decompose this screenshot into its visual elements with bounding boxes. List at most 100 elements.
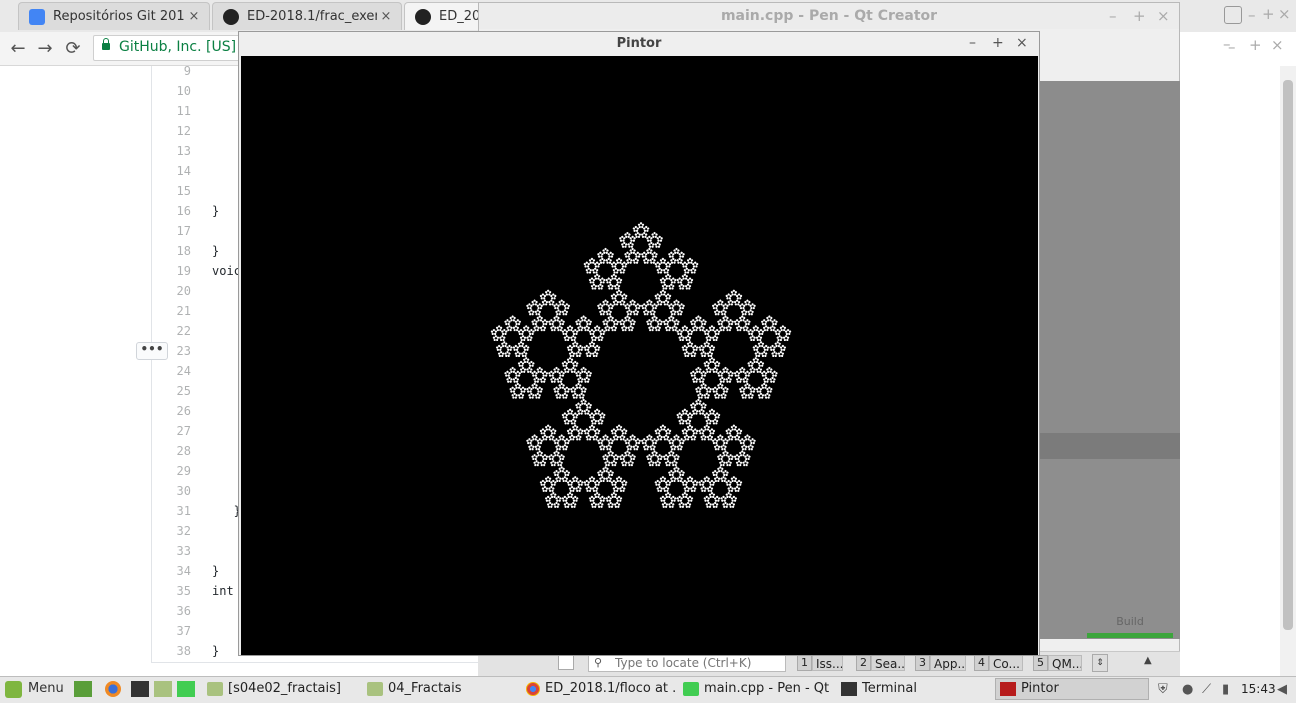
line-number[interactable]: 27	[153, 424, 191, 438]
fractal-pentagon	[550, 294, 553, 297]
fractal-pentagon	[743, 463, 746, 467]
line-number[interactable]: 24	[153, 364, 191, 378]
maximize-icon[interactable]: +	[1262, 5, 1275, 23]
taskbar-item-pintor[interactable]: Pintor	[995, 678, 1149, 700]
browser-tab-ed-2018[interactable]: ED_201	[404, 2, 484, 30]
fractal-pentagon	[749, 336, 752, 339]
fractal-pentagon	[709, 412, 712, 415]
qt-launcher-icon[interactable]	[177, 681, 195, 697]
fractal-pentagon	[655, 233, 658, 236]
close-icon[interactable]: ×	[1278, 5, 1291, 23]
output-pane-search[interactable]: 2 Sea...	[856, 654, 905, 672]
line-number[interactable]: 34	[153, 564, 191, 578]
line-number[interactable]: 18	[153, 244, 191, 258]
taskbar-item-04-fractais[interactable]: 04_Fractais	[363, 678, 518, 700]
close-tab-icon[interactable]: ×	[377, 9, 395, 24]
pane-selector-icon[interactable]: ⇕	[1092, 654, 1108, 672]
close-icon[interactable]: ×	[1157, 7, 1170, 25]
close-icon[interactable]: ×	[1271, 36, 1284, 54]
line-number[interactable]: 33	[153, 544, 191, 558]
minimize-icon[interactable]: –	[1228, 38, 1236, 56]
taskbar-item-chrome[interactable]: ED_2018.1/floco at ...	[522, 678, 676, 700]
fractal-pentagon	[666, 320, 670, 323]
terminal-launcher-icon[interactable]	[131, 681, 149, 697]
maximize-icon[interactable]: +	[1249, 36, 1262, 54]
maximize-icon[interactable]: +	[992, 35, 1004, 51]
line-number[interactable]: 22	[153, 324, 191, 338]
line-number[interactable]: 29	[153, 464, 191, 478]
show-desktop-icon[interactable]	[74, 681, 92, 697]
browser-tab-frac-exemplo[interactable]: ED-2018.1/frac_exempl ×	[212, 2, 402, 30]
locator-input[interactable]	[615, 655, 783, 671]
shield-icon[interactable]: ⛨	[1158, 682, 1168, 697]
line-number[interactable]: 38	[153, 644, 191, 658]
back-icon[interactable]: ←	[7, 38, 29, 60]
line-number[interactable]: 35	[153, 584, 191, 598]
files-launcher-icon[interactable]	[154, 681, 172, 697]
pintor-canvas[interactable]	[241, 56, 1038, 655]
browser-tab-repositorios[interactable]: Repositórios Git 2018 - ×	[18, 2, 210, 30]
line-number[interactable]: 37	[153, 624, 191, 638]
output-pane-compile[interactable]: 4 Co...	[974, 654, 1023, 672]
locator-field[interactable]: ⚲	[588, 654, 786, 672]
profile-icon[interactable]	[1224, 6, 1242, 24]
taskbar-item-qt-creator[interactable]: main.cpp - Pen - Qt ...	[679, 678, 834, 700]
line-number[interactable]: 36	[153, 604, 191, 618]
volume-icon[interactable]: ◀	[1277, 682, 1287, 697]
line-number[interactable]: 17	[153, 224, 191, 238]
output-pane-issues[interactable]: 1 Iss...	[797, 654, 843, 672]
menu-button[interactable]: Menu	[28, 680, 64, 698]
line-number[interactable]: 32	[153, 524, 191, 538]
line-number[interactable]: 16	[153, 204, 191, 218]
fractal-pentagon	[615, 457, 619, 461]
output-pane-application[interactable]: 3 App...	[915, 654, 966, 672]
qt-editor-area[interactable]	[1040, 81, 1180, 459]
line-number[interactable]: 20	[153, 284, 191, 298]
line-number[interactable]: 12	[153, 124, 191, 138]
line-number[interactable]: 10	[153, 84, 191, 98]
reload-icon[interactable]: ⟳	[62, 38, 84, 60]
fractal-pentagon	[682, 252, 685, 256]
line-number[interactable]: 30	[153, 484, 191, 498]
fractal-pentagon	[698, 378, 701, 381]
line-number[interactable]: 21	[153, 304, 191, 318]
fractal-pentagon	[610, 294, 614, 297]
battery-icon[interactable]: ▮	[1222, 682, 1229, 697]
line-number[interactable]: 28	[153, 444, 191, 458]
line-number[interactable]: 31	[153, 504, 191, 518]
maximize-icon[interactable]: +	[1133, 7, 1146, 25]
fractal-pentagon	[608, 447, 612, 451]
scrollbar-thumb[interactable]	[1283, 80, 1293, 630]
line-number[interactable]: 15	[153, 184, 191, 198]
taskbar-item-terminal[interactable]: Terminal	[837, 678, 992, 700]
forward-icon[interactable]: →	[34, 38, 56, 60]
chevron-up-icon[interactable]: ▲	[1144, 655, 1152, 666]
sidebar-toggle-icon[interactable]	[558, 654, 574, 670]
minimize-icon[interactable]: –	[969, 35, 976, 51]
fractal-pentagon	[672, 475, 675, 479]
line-number[interactable]: 26	[153, 404, 191, 418]
output-pane-qml[interactable]: 5 QM...	[1033, 654, 1082, 672]
minimize-icon[interactable]: –	[1109, 7, 1117, 25]
mint-logo-icon[interactable]	[5, 681, 22, 698]
line-number[interactable]: 13	[153, 144, 191, 158]
line-number[interactable]: 9	[153, 64, 191, 78]
fractal-pentagon	[621, 483, 625, 486]
taskbar-item-s04e02[interactable]: [s04e02_fractais]	[203, 678, 360, 700]
user-icon[interactable]: ●	[1182, 682, 1193, 697]
line-number[interactable]: 19	[153, 264, 191, 278]
fractal-pentagon	[758, 352, 761, 355]
minimize-icon[interactable]: –	[1248, 6, 1256, 24]
build-button[interactable]: Build	[1081, 608, 1179, 636]
firefox-icon[interactable]	[105, 681, 121, 697]
fractal-pentagon	[710, 408, 714, 411]
fractal-pentagon	[750, 370, 753, 373]
line-number[interactable]: 14	[153, 164, 191, 178]
line-number[interactable]: 11	[153, 104, 191, 118]
line-number[interactable]: 25	[153, 384, 191, 398]
fractal-pentagon	[602, 435, 605, 439]
expand-button[interactable]: •••	[136, 342, 168, 360]
network-icon[interactable]: ⟋	[1202, 682, 1211, 697]
close-icon[interactable]: ×	[1016, 35, 1028, 51]
close-tab-icon[interactable]: ×	[185, 9, 203, 24]
